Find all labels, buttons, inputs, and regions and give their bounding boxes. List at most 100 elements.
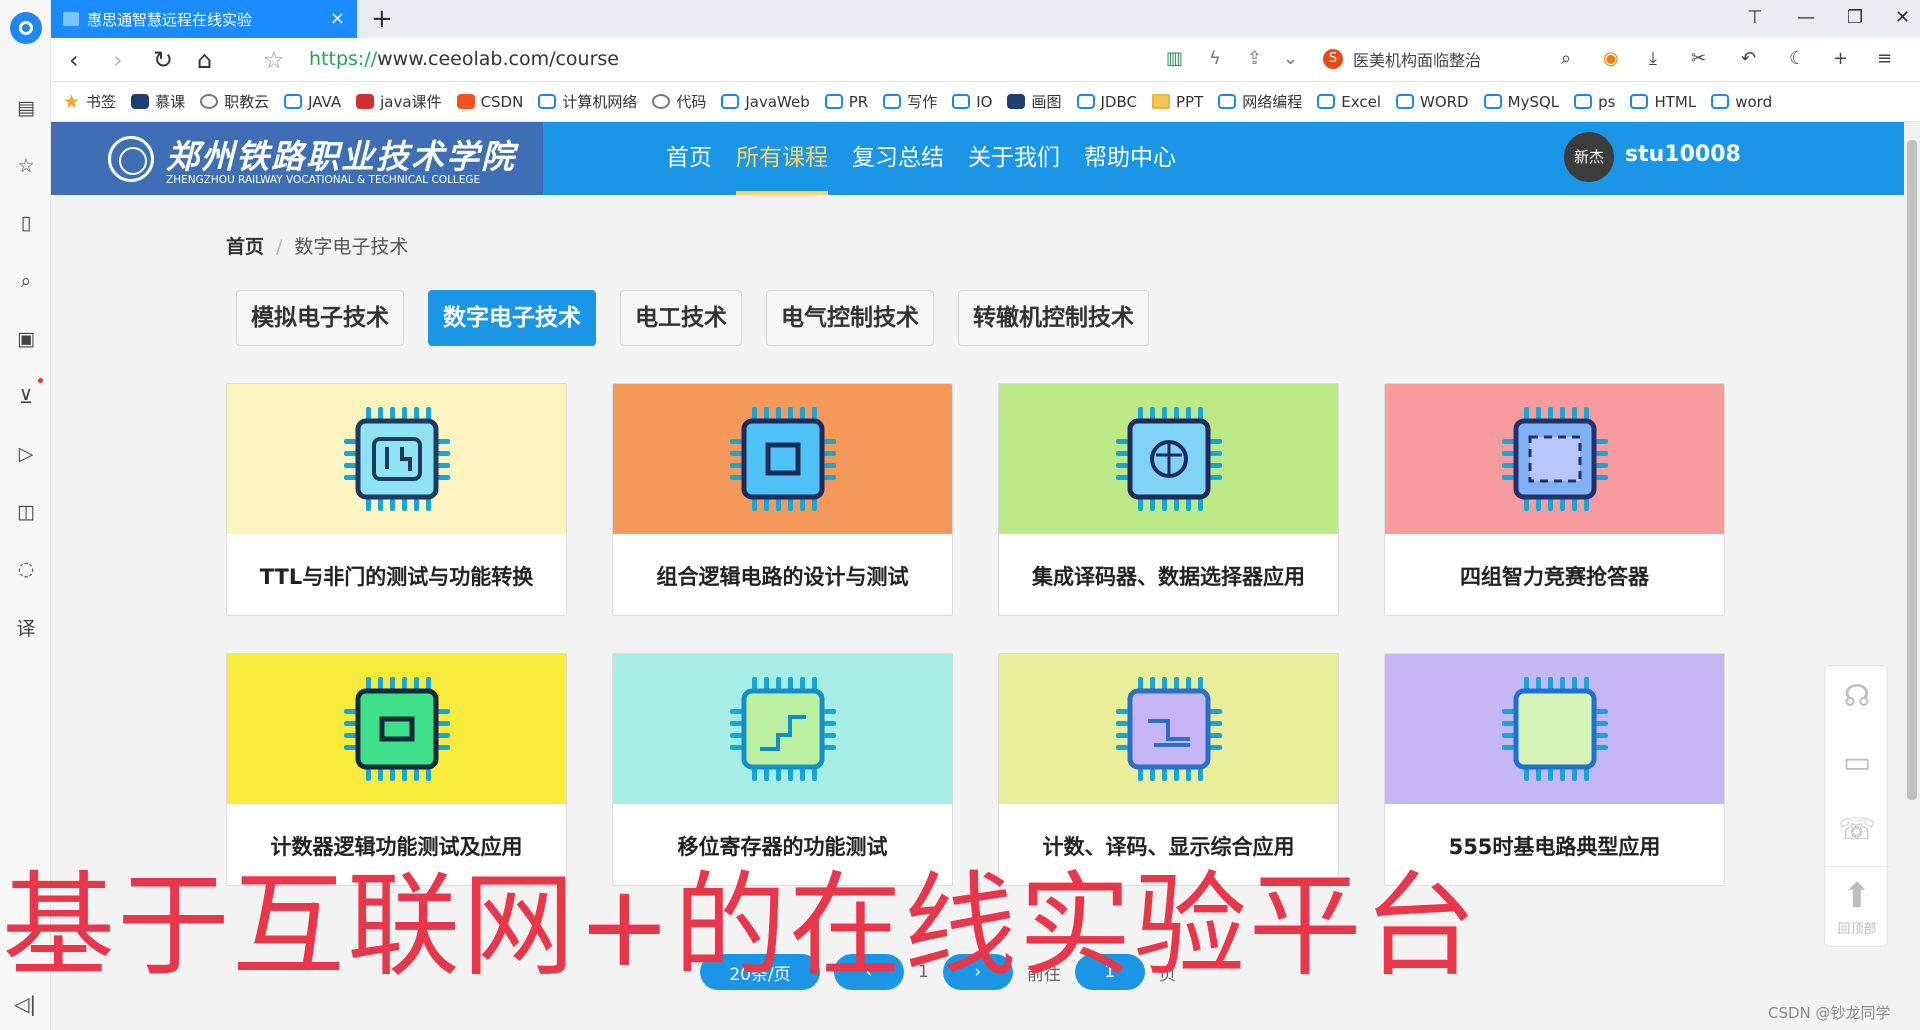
shirt-skin-icon[interactable]: ⊤ (1747, 7, 1763, 28)
bookmark-item[interactable]: ★ 书签 (63, 91, 116, 113)
live-icon[interactable]: ◫ (13, 499, 39, 525)
bookmark-item[interactable]: JDBC (1076, 93, 1137, 111)
category-tab[interactable]: 电工技术 (620, 290, 742, 346)
course-thumbnail[interactable] (999, 384, 1338, 534)
reading-book-icon[interactable]: ▯ (13, 210, 39, 236)
search-box[interactable]: S 医美机构面临整治 (1323, 47, 1481, 71)
nav-item[interactable]: 帮助中心 (1084, 122, 1176, 195)
search-icon[interactable]: ⌕ (13, 268, 39, 294)
bookmark-item[interactable]: CSDN (456, 93, 523, 111)
translate-icon[interactable]: 译 (13, 614, 39, 640)
customer-service-icon[interactable]: ☊ (1825, 666, 1889, 726)
download-icon[interactable]: ⤓ (1649, 48, 1657, 69)
bookmark-item[interactable]: 计算机网络 (538, 91, 637, 112)
bookmark-item[interactable]: 职教云 (200, 91, 269, 112)
forward-icon[interactable]: › (113, 46, 123, 74)
undo-icon[interactable]: ↶ (1741, 48, 1756, 69)
back-to-top-button[interactable]: ⬆ 回顶部 (1825, 866, 1889, 948)
bookmark-item[interactable]: 画图 (1007, 91, 1062, 112)
home-icon[interactable]: ⌂ (197, 46, 212, 74)
course-title[interactable]: 四组智力竞赛抢答器 (1385, 534, 1724, 615)
collapse-sidebar-icon[interactable]: ◁| (14, 992, 36, 1016)
video-icon[interactable]: ▷ (13, 441, 39, 467)
browser-logo-icon[interactable] (10, 12, 42, 44)
bookmark-item[interactable]: 代码 (652, 91, 706, 112)
minimize-icon[interactable]: — (1797, 7, 1815, 28)
restore-icon[interactable]: ❐ (1847, 7, 1863, 28)
bookmark-star-icon[interactable]: ☆ (263, 46, 285, 74)
course-card[interactable]: 四组智力竞赛抢答器 (1384, 383, 1725, 616)
avatar[interactable]: 新杰 (1564, 132, 1614, 182)
bookmark-item[interactable]: IO (952, 93, 992, 111)
course-card[interactable]: 555时基电路典型应用 (1384, 653, 1725, 886)
course-thumbnail[interactable] (1385, 654, 1724, 804)
category-tab[interactable]: 电气控制技术 (766, 290, 934, 346)
course-title[interactable]: TTL与非门的测试与功能转换 (227, 534, 566, 615)
course-card[interactable]: 组合逻辑电路的设计与测试 (612, 383, 953, 616)
night-mode-icon[interactable]: ☾ (1789, 48, 1805, 69)
category-tab[interactable]: 数字电子技术 (428, 290, 596, 346)
bookmark-item[interactable]: java课件 (356, 91, 442, 112)
course-thumbnail[interactable] (227, 654, 566, 804)
close-window-icon[interactable]: ✕ (1895, 7, 1910, 28)
game-controller-icon[interactable]: ◉ (1603, 48, 1619, 69)
nav-item[interactable]: 所有课程 (736, 122, 828, 195)
bookmark-item[interactable]: 网络编程 (1218, 91, 1302, 112)
course-thumbnail[interactable] (227, 384, 566, 534)
briefcase-icon[interactable]: ▣ (13, 326, 39, 352)
tab-close-icon[interactable]: × (330, 8, 345, 29)
course-thumbnail[interactable] (613, 654, 952, 804)
url-field[interactable]: https://www.ceeolab.com/course (309, 48, 619, 70)
course-title[interactable]: 集成译码器、数据选择器应用 (999, 534, 1338, 615)
news-icon[interactable]: ▤ (13, 95, 39, 121)
category-tab[interactable]: 模拟电子技术 (236, 290, 404, 346)
share-icon[interactable]: ⇪ (1247, 48, 1262, 69)
tab-active[interactable]: 惠思通智慧远程在线实验 × (51, 0, 357, 38)
message-icon[interactable]: ▭ (1825, 732, 1889, 792)
course-thumbnail[interactable] (999, 654, 1338, 804)
bookmark-item[interactable]: WORD (1396, 93, 1469, 111)
telephone-icon[interactable]: ☏ (1825, 799, 1889, 859)
category-tab[interactable]: 转辙机控制技术 (958, 290, 1149, 346)
reader-mode-icon[interactable]: ▥ (1166, 48, 1183, 69)
lightning-icon[interactable]: ϟ (1209, 48, 1221, 69)
bookmark-item[interactable]: PPT (1151, 93, 1203, 111)
course-card[interactable]: 集成译码器、数据选择器应用 (998, 383, 1339, 616)
breadcrumb-home[interactable]: 首页 (226, 236, 264, 258)
bookmark-item[interactable]: HTML (1630, 93, 1696, 111)
nav-item[interactable]: 复习总结 (852, 122, 944, 195)
bookmark-item[interactable]: PR (824, 93, 868, 111)
course-card[interactable]: 计数器逻辑功能测试及应用 (226, 653, 567, 886)
chat-icon[interactable]: ◌ (13, 556, 39, 582)
add-icon[interactable]: + (1833, 48, 1848, 69)
nav-item[interactable]: 关于我们 (968, 122, 1060, 195)
scrollbar-thumb[interactable] (1907, 140, 1917, 800)
bookmark-item[interactable]: JavaWeb (721, 93, 810, 111)
scissors-icon[interactable]: ✂ (1691, 48, 1706, 69)
course-card[interactable]: 移位寄存器的功能测试 (612, 653, 953, 886)
page-scrollbar[interactable] (1904, 122, 1920, 1030)
bookmark-item[interactable]: 慕课 (131, 91, 185, 112)
college-logo[interactable]: 郑州铁路职业技术学院 ZHENGZHOU RAILWAY VOCATIONAL … (51, 122, 543, 195)
shopping-cart-icon[interactable]: ⊻ (13, 384, 39, 410)
course-thumbnail[interactable] (1385, 384, 1724, 534)
back-icon[interactable]: ‹ (69, 46, 79, 74)
course-title[interactable]: 组合逻辑电路的设计与测试 (613, 534, 952, 615)
favorites-star-icon[interactable]: ☆ (13, 153, 39, 179)
course-card[interactable]: 计数、译码、显示综合应用 (998, 653, 1339, 886)
reload-icon[interactable]: ↻ (153, 46, 173, 74)
bookmark-item[interactable]: word (1711, 93, 1772, 111)
dropdown-chevron-icon[interactable]: ⌄ (1283, 48, 1298, 69)
username[interactable]: stu10008 (1625, 142, 1741, 167)
new-tab-button[interactable]: + (371, 4, 393, 34)
bookmark-item[interactable]: 写作 (883, 91, 937, 112)
course-thumbnail[interactable] (613, 384, 952, 534)
bookmark-item[interactable]: MySQL (1483, 93, 1559, 111)
bookmark-item[interactable]: ps (1574, 93, 1615, 111)
search-icon[interactable]: ⌕ (1561, 48, 1571, 69)
nav-item[interactable]: 首页 (666, 122, 712, 195)
course-card[interactable]: TTL与非门的测试与功能转换 (226, 383, 567, 616)
bookmark-item[interactable]: JAVA (284, 93, 341, 111)
bookmark-item[interactable]: Excel (1317, 93, 1381, 111)
menu-icon[interactable]: ≡ (1877, 48, 1892, 69)
